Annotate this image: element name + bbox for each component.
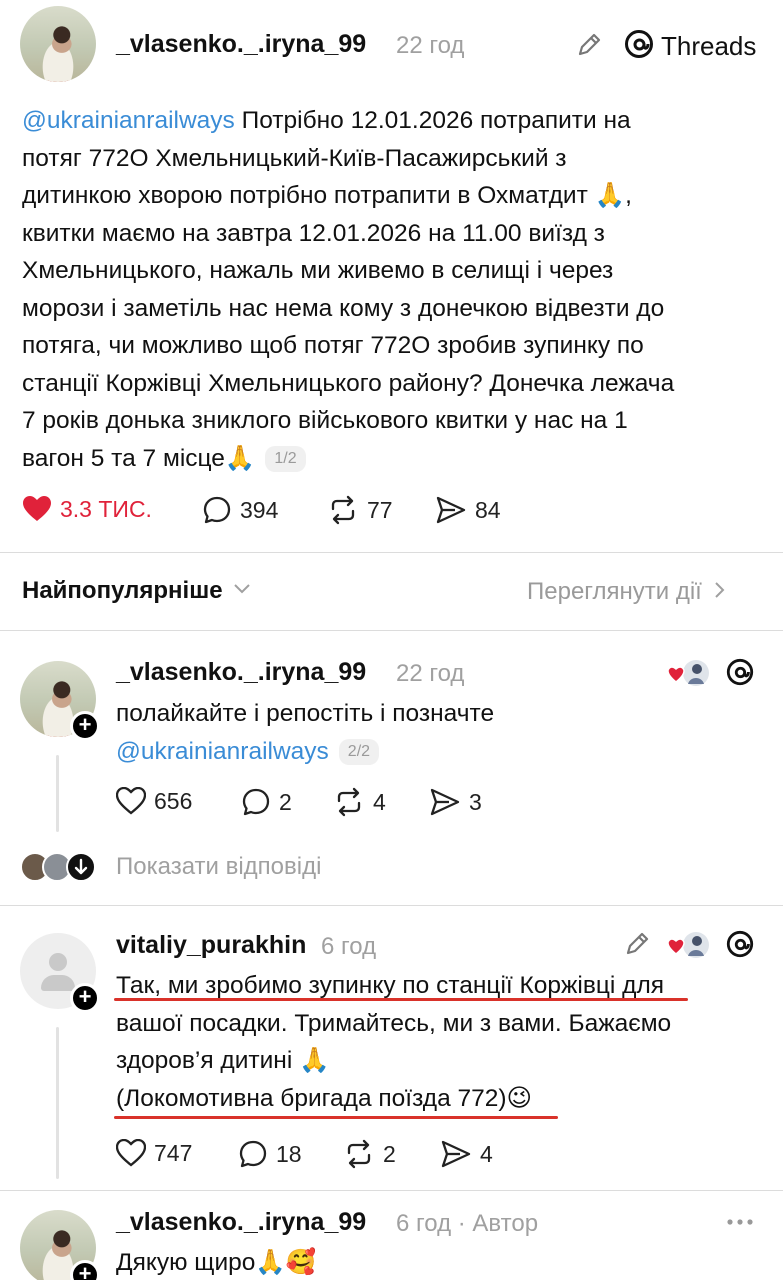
- highlight-underline: [114, 998, 688, 1001]
- divider: [0, 905, 783, 906]
- repost-count: 77: [367, 496, 393, 523]
- author-avatar[interactable]: [20, 6, 96, 82]
- edit-icon[interactable]: [574, 30, 604, 65]
- repost-icon: [333, 787, 365, 817]
- threads-icon[interactable]: [725, 657, 755, 692]
- reply-body: полайкайте і репостіть і позначте @ukrai…: [116, 700, 495, 766]
- comment-count: 2: [279, 788, 292, 815]
- like-count: 3.3 ТИС.: [60, 495, 152, 522]
- page-indicator: 1/2: [265, 446, 306, 473]
- repost-count: 2: [383, 1140, 396, 1167]
- comment-icon: [202, 495, 232, 525]
- liked-by-author-icon: [666, 930, 712, 965]
- arrow-down-icon: [66, 852, 96, 882]
- sort-dropdown[interactable]: Найпопулярніше: [22, 577, 251, 605]
- comment-icon: [238, 1139, 268, 1169]
- comment-button[interactable]: 18: [238, 1139, 302, 1169]
- share-count: 3: [469, 788, 482, 815]
- share-button[interactable]: 3: [429, 787, 482, 817]
- heart-icon: [116, 787, 146, 815]
- reply-time: 22 год: [396, 660, 465, 687]
- post-time: 22 год: [396, 32, 465, 59]
- comment-button[interactable]: 2: [241, 787, 292, 817]
- divider: [0, 630, 783, 631]
- reply-username[interactable]: _vlasenko._.iryna_99: [116, 658, 366, 687]
- repost-icon: [343, 1139, 375, 1169]
- chevron-right-icon: [714, 581, 726, 604]
- thread-line: [56, 1027, 59, 1179]
- threads-logo-icon: [623, 28, 655, 65]
- divider: [0, 1190, 783, 1191]
- comment-count: 394: [240, 496, 279, 523]
- send-icon: [429, 787, 461, 817]
- repost-count: 4: [373, 788, 386, 815]
- show-replies-link[interactable]: Показати відповіді: [116, 853, 321, 881]
- send-icon: [440, 1139, 472, 1169]
- follow-plus-icon[interactable]: +: [70, 983, 100, 1013]
- heart-filled-icon: [22, 495, 52, 523]
- comment-button[interactable]: 394: [202, 495, 278, 525]
- reply-username[interactable]: _vlasenko._.iryna_99: [116, 1208, 366, 1237]
- view-activity-label: Переглянути дії: [527, 578, 702, 605]
- share-count: 4: [480, 1140, 493, 1167]
- share-count: 84: [475, 496, 501, 523]
- like-count: 656: [154, 787, 193, 814]
- share-button[interactable]: 84: [435, 495, 501, 525]
- author-username[interactable]: _vlasenko._.iryna_99: [116, 30, 366, 59]
- more-options-icon[interactable]: [725, 1212, 755, 1237]
- follow-plus-icon[interactable]: +: [70, 711, 100, 741]
- mention-link[interactable]: @ukrainianrailways: [22, 107, 235, 134]
- heart-icon: [116, 1139, 146, 1167]
- repost-button[interactable]: 4: [333, 787, 386, 817]
- highlight-underline: [114, 1116, 558, 1119]
- chevron-down-icon: [233, 582, 251, 600]
- threads-icon[interactable]: [725, 929, 755, 964]
- repost-button[interactable]: 77: [327, 495, 393, 525]
- like-button[interactable]: 3.3 ТИС.: [22, 495, 152, 523]
- thread-line: [56, 755, 59, 832]
- comment-icon: [241, 787, 271, 817]
- share-button[interactable]: 4: [440, 1139, 493, 1169]
- reply-time: 6 год · Автор: [396, 1210, 539, 1237]
- sort-label: Найпопулярніше: [22, 577, 223, 604]
- view-activity-link[interactable]: Переглянути дії: [527, 578, 726, 606]
- replier-avatars: [20, 850, 100, 884]
- threads-brand[interactable]: Threads: [623, 28, 756, 65]
- mention-link[interactable]: @ukrainianrailways: [116, 738, 329, 765]
- page-indicator: 2/2: [338, 739, 380, 766]
- like-count: 747: [154, 1139, 193, 1166]
- follow-plus-icon[interactable]: +: [70, 1260, 100, 1280]
- like-button[interactable]: 656: [116, 787, 192, 815]
- send-icon: [435, 495, 467, 525]
- repost-button[interactable]: 2: [343, 1139, 396, 1169]
- comment-count: 18: [276, 1140, 302, 1167]
- reply-username[interactable]: vitaliy_purakhin: [116, 931, 306, 960]
- edit-icon[interactable]: [622, 929, 652, 964]
- threads-brand-label: Threads: [661, 31, 757, 61]
- reply-time: 6 год: [321, 933, 377, 960]
- repost-icon: [327, 495, 359, 525]
- liked-by-author-icon: [666, 658, 712, 693]
- post-body: @ukrainianrailways Потрібно 12.01.2026 п…: [22, 107, 675, 473]
- reply-body: Дякую щиро🙏🥰: [116, 1249, 317, 1276]
- divider: [0, 552, 783, 553]
- reply-body: Так, ми зробимо зупинку по станції Коржі…: [116, 972, 672, 1112]
- like-button[interactable]: 747: [116, 1139, 192, 1167]
